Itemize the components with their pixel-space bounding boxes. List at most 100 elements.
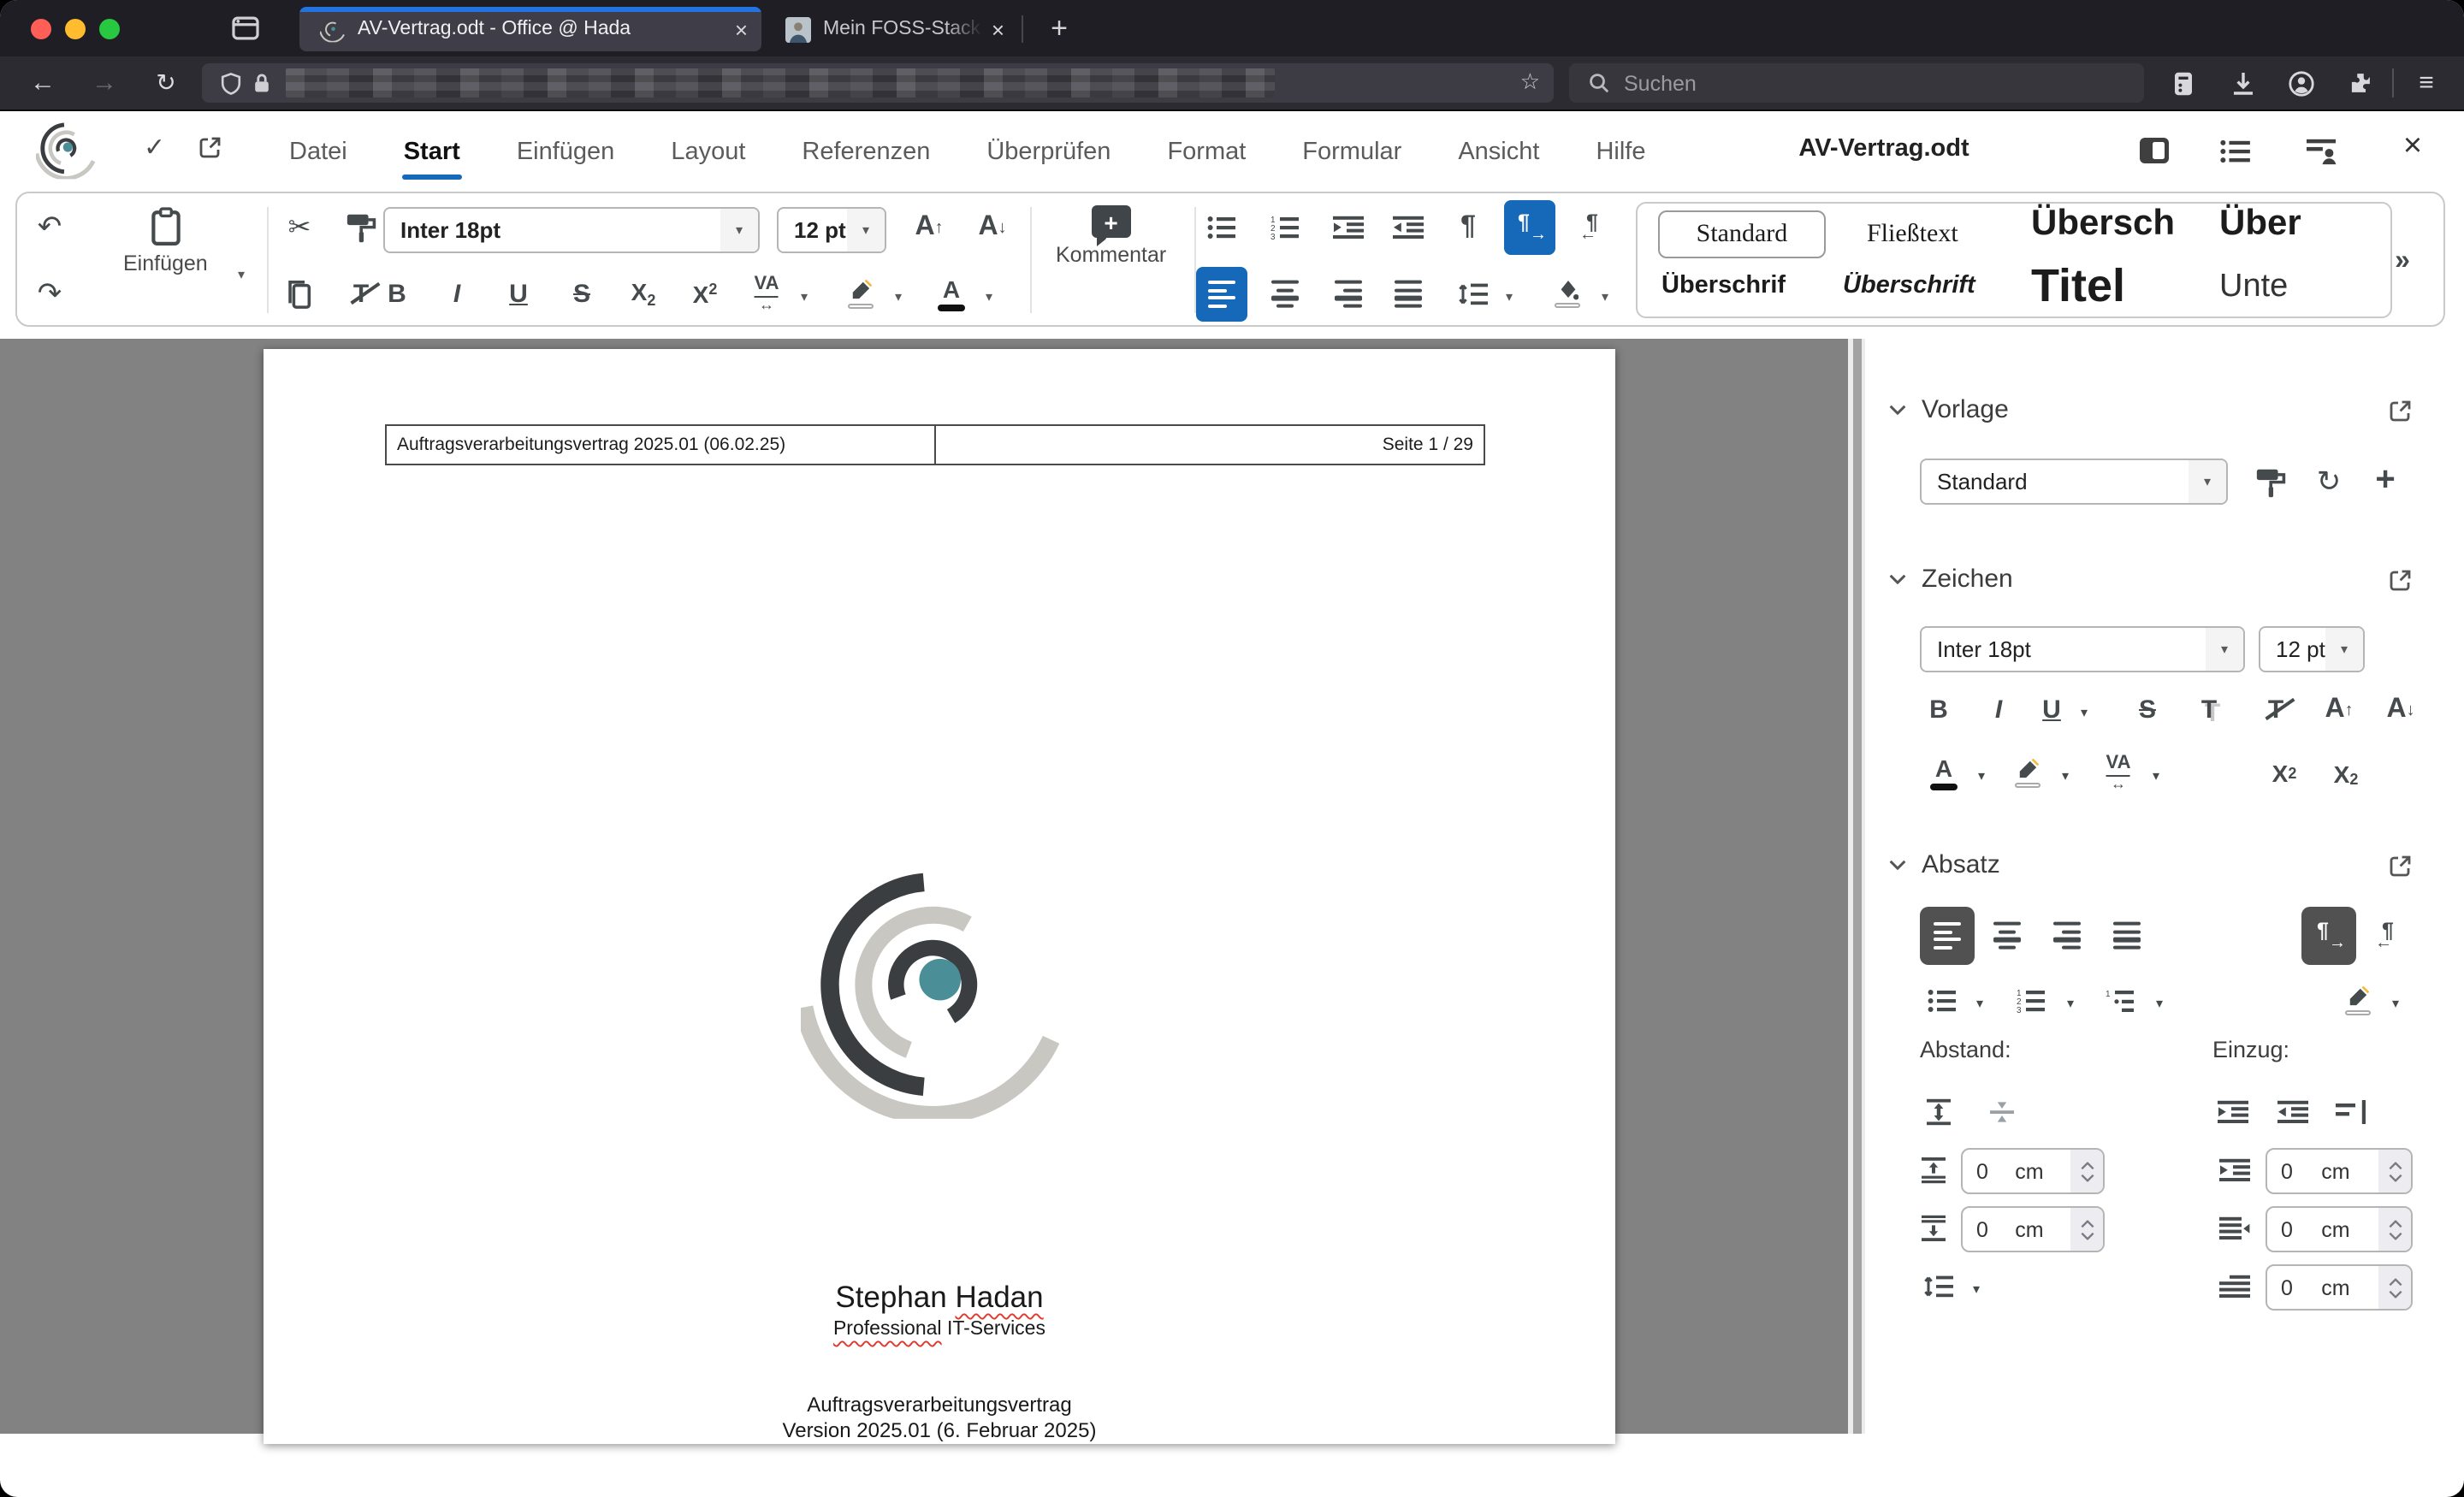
- style-ueberschrift-2[interactable]: Über: [2219, 204, 2384, 245]
- sb-underline-caret[interactable]: ▾: [2081, 706, 2088, 720]
- menu-hilfe[interactable]: Hilfe: [1594, 131, 1647, 172]
- align-left-button-active[interactable]: [1196, 267, 1247, 322]
- sb-bold-button[interactable]: B: [1929, 695, 1948, 725]
- sb-rtl-button[interactable]: ¶ ←: [2375, 919, 2402, 953]
- redo-button[interactable]: ↷: [38, 277, 62, 311]
- absatz-detach-icon[interactable]: [2389, 854, 2413, 878]
- paragraph-background-caret[interactable]: ▾: [1602, 290, 1608, 305]
- sb-line-spacing-icon[interactable]: [1923, 1275, 1954, 1299]
- sb-align-right-button[interactable]: [2053, 921, 2081, 950]
- sb-clear-formatting-button[interactable]: T: [2268, 695, 2283, 725]
- stepper-buttons[interactable]: [2378, 1208, 2411, 1251]
- back-button[interactable]: ←: [21, 56, 65, 109]
- style-titel[interactable]: Titel: [2031, 260, 2206, 313]
- highlight-color-caret[interactable]: ▾: [895, 290, 902, 305]
- grow-font-button[interactable]: A ↑: [915, 212, 943, 243]
- first-line-indent-stepper[interactable]: 0 cm: [2266, 1264, 2413, 1311]
- increase-indent-icon[interactable]: [1333, 216, 1364, 240]
- paragraph-background-button[interactable]: [1555, 281, 1580, 308]
- menu-start[interactable]: Start: [401, 131, 462, 179]
- comment-button[interactable]: + Kommentar: [1056, 205, 1166, 267]
- menu-einfuegen[interactable]: Einfügen: [515, 131, 617, 172]
- style-ueberschrift-italic[interactable]: Überschrift: [1843, 272, 2017, 299]
- document-canvas[interactable]: Auftragsverarbeitungsvertrag 2025.01 (06…: [0, 339, 1848, 1444]
- zeichen-detach-icon[interactable]: [2389, 568, 2413, 592]
- sb-increase-indent-icon[interactable]: [2218, 1100, 2248, 1124]
- sb-character-spacing-caret[interactable]: ▾: [2153, 769, 2159, 784]
- menu-format[interactable]: Format: [1165, 131, 1247, 172]
- macos-minimize-button[interactable]: [65, 19, 86, 39]
- sb-numbered-list-caret[interactable]: ▾: [2067, 997, 2074, 1011]
- character-spacing-button[interactable]: VA ↔: [754, 275, 779, 313]
- sb-font-color-caret[interactable]: ▾: [1978, 769, 1985, 784]
- sb-justify-button[interactable]: [2113, 921, 2141, 950]
- sidebar-font-size-combobox[interactable]: 12 pt ▾: [2259, 626, 2365, 672]
- character-spacing-caret[interactable]: ▾: [801, 290, 808, 305]
- section-vorlage-header[interactable]: Vorlage: [1889, 395, 2009, 424]
- hamburger-menu-icon[interactable]: ≡: [2402, 56, 2450, 109]
- document-page[interactable]: Auftragsverarbeitungsvertrag 2025.01 (06…: [264, 349, 1615, 1444]
- outline-list-icon[interactable]: [2214, 132, 2255, 169]
- open-external-icon[interactable]: [198, 135, 222, 159]
- shrink-font-button[interactable]: A ↓: [978, 212, 1006, 243]
- align-center-button[interactable]: [1271, 280, 1299, 309]
- clone-formatting-icon[interactable]: [345, 211, 377, 244]
- profile-vault-icon[interactable]: [2159, 56, 2207, 109]
- sb-font-color-button[interactable]: A: [1930, 756, 1958, 790]
- style-standard-selected[interactable]: Standard: [1658, 210, 1826, 258]
- sb-paragraph-background-caret[interactable]: ▾: [2392, 997, 2399, 1011]
- numbered-list-icon[interactable]: [1270, 216, 1300, 240]
- sb-underline-button[interactable]: U: [2042, 695, 2061, 725]
- update-style-icon[interactable]: [2254, 466, 2287, 499]
- sb-align-center-button[interactable]: [1993, 921, 2021, 950]
- sb-bullet-list-caret[interactable]: ▾: [1976, 997, 1983, 1011]
- forward-button[interactable]: →: [82, 56, 127, 109]
- indent-after-stepper[interactable]: 0 cm: [2266, 1206, 2413, 1252]
- sb-numbered-list-button[interactable]: [2017, 989, 2046, 1013]
- strikethrough-button[interactable]: S: [573, 280, 590, 309]
- tab-av-vertrag[interactable]: AV-Vertrag.odt - Office @ Hada ×: [299, 7, 761, 51]
- align-right-button[interactable]: [1335, 280, 1362, 309]
- new-style-icon[interactable]: +: [2375, 461, 2395, 500]
- downloads-icon[interactable]: [2219, 56, 2267, 109]
- sb-highlight-button[interactable]: [2015, 759, 2040, 788]
- stepper-buttons[interactable]: [2378, 1266, 2411, 1309]
- sb-grow-font-button[interactable]: A ↑: [2325, 695, 2353, 725]
- menu-referenzen[interactable]: Referenzen: [800, 131, 932, 172]
- bookmark-star-icon[interactable]: ☆: [1520, 68, 1540, 96]
- sb-strikethrough-button[interactable]: S: [2139, 695, 2156, 725]
- section-zeichen-header[interactable]: Zeichen: [1889, 565, 2013, 594]
- decrease-indent-icon[interactable]: [1393, 216, 1424, 240]
- sidebar-toggle-icon[interactable]: [2134, 132, 2175, 169]
- line-spacing-icon[interactable]: [1458, 282, 1489, 306]
- font-name-combobox[interactable]: Inter 18pt ▾: [383, 207, 760, 253]
- firefox-view-icon[interactable]: [231, 14, 260, 43]
- tab-close-icon[interactable]: ×: [992, 18, 1004, 40]
- sb-italic-button[interactable]: I: [1995, 695, 2002, 725]
- paragraph-style-combobox[interactable]: Standard ▾: [1920, 459, 2228, 505]
- copy-icon[interactable]: [285, 278, 314, 311]
- sb-decrease-indent-icon[interactable]: [2277, 1100, 2308, 1124]
- hanging-indent-icon[interactable]: [2336, 1100, 2366, 1124]
- browser-search-bar[interactable]: Suchen: [1569, 63, 2144, 103]
- line-spacing-caret[interactable]: ▾: [1506, 290, 1513, 305]
- reload-button[interactable]: ↻: [144, 56, 188, 109]
- decrease-spacing-icon[interactable]: [1988, 1098, 2016, 1126]
- sb-outline-list-button[interactable]: [2106, 989, 2135, 1013]
- menu-ansicht[interactable]: Ansicht: [1456, 131, 1541, 172]
- sb-shrink-font-button[interactable]: A ↓: [2386, 695, 2414, 725]
- style-untertitel[interactable]: Unte: [2219, 269, 2384, 306]
- paste-button[interactable]: Einfügen: [123, 207, 208, 275]
- account-icon[interactable]: [2277, 56, 2325, 109]
- stepper-buttons[interactable]: [2378, 1150, 2411, 1192]
- sb-line-spacing-caret[interactable]: ▾: [1973, 1282, 1980, 1297]
- shield-icon[interactable]: [219, 71, 243, 95]
- menu-layout[interactable]: Layout: [669, 131, 747, 172]
- bullet-list-icon[interactable]: [1207, 216, 1236, 240]
- stepper-buttons[interactable]: [2070, 1150, 2103, 1192]
- sb-ltr-button-active[interactable]: ¶ →: [2301, 907, 2356, 965]
- sb-highlight-caret[interactable]: ▾: [2062, 769, 2069, 784]
- increase-spacing-icon[interactable]: [1925, 1098, 1952, 1126]
- paragraph-ltr-button-active[interactable]: ¶ →: [1504, 200, 1555, 255]
- macos-zoom-button[interactable]: [99, 19, 120, 39]
